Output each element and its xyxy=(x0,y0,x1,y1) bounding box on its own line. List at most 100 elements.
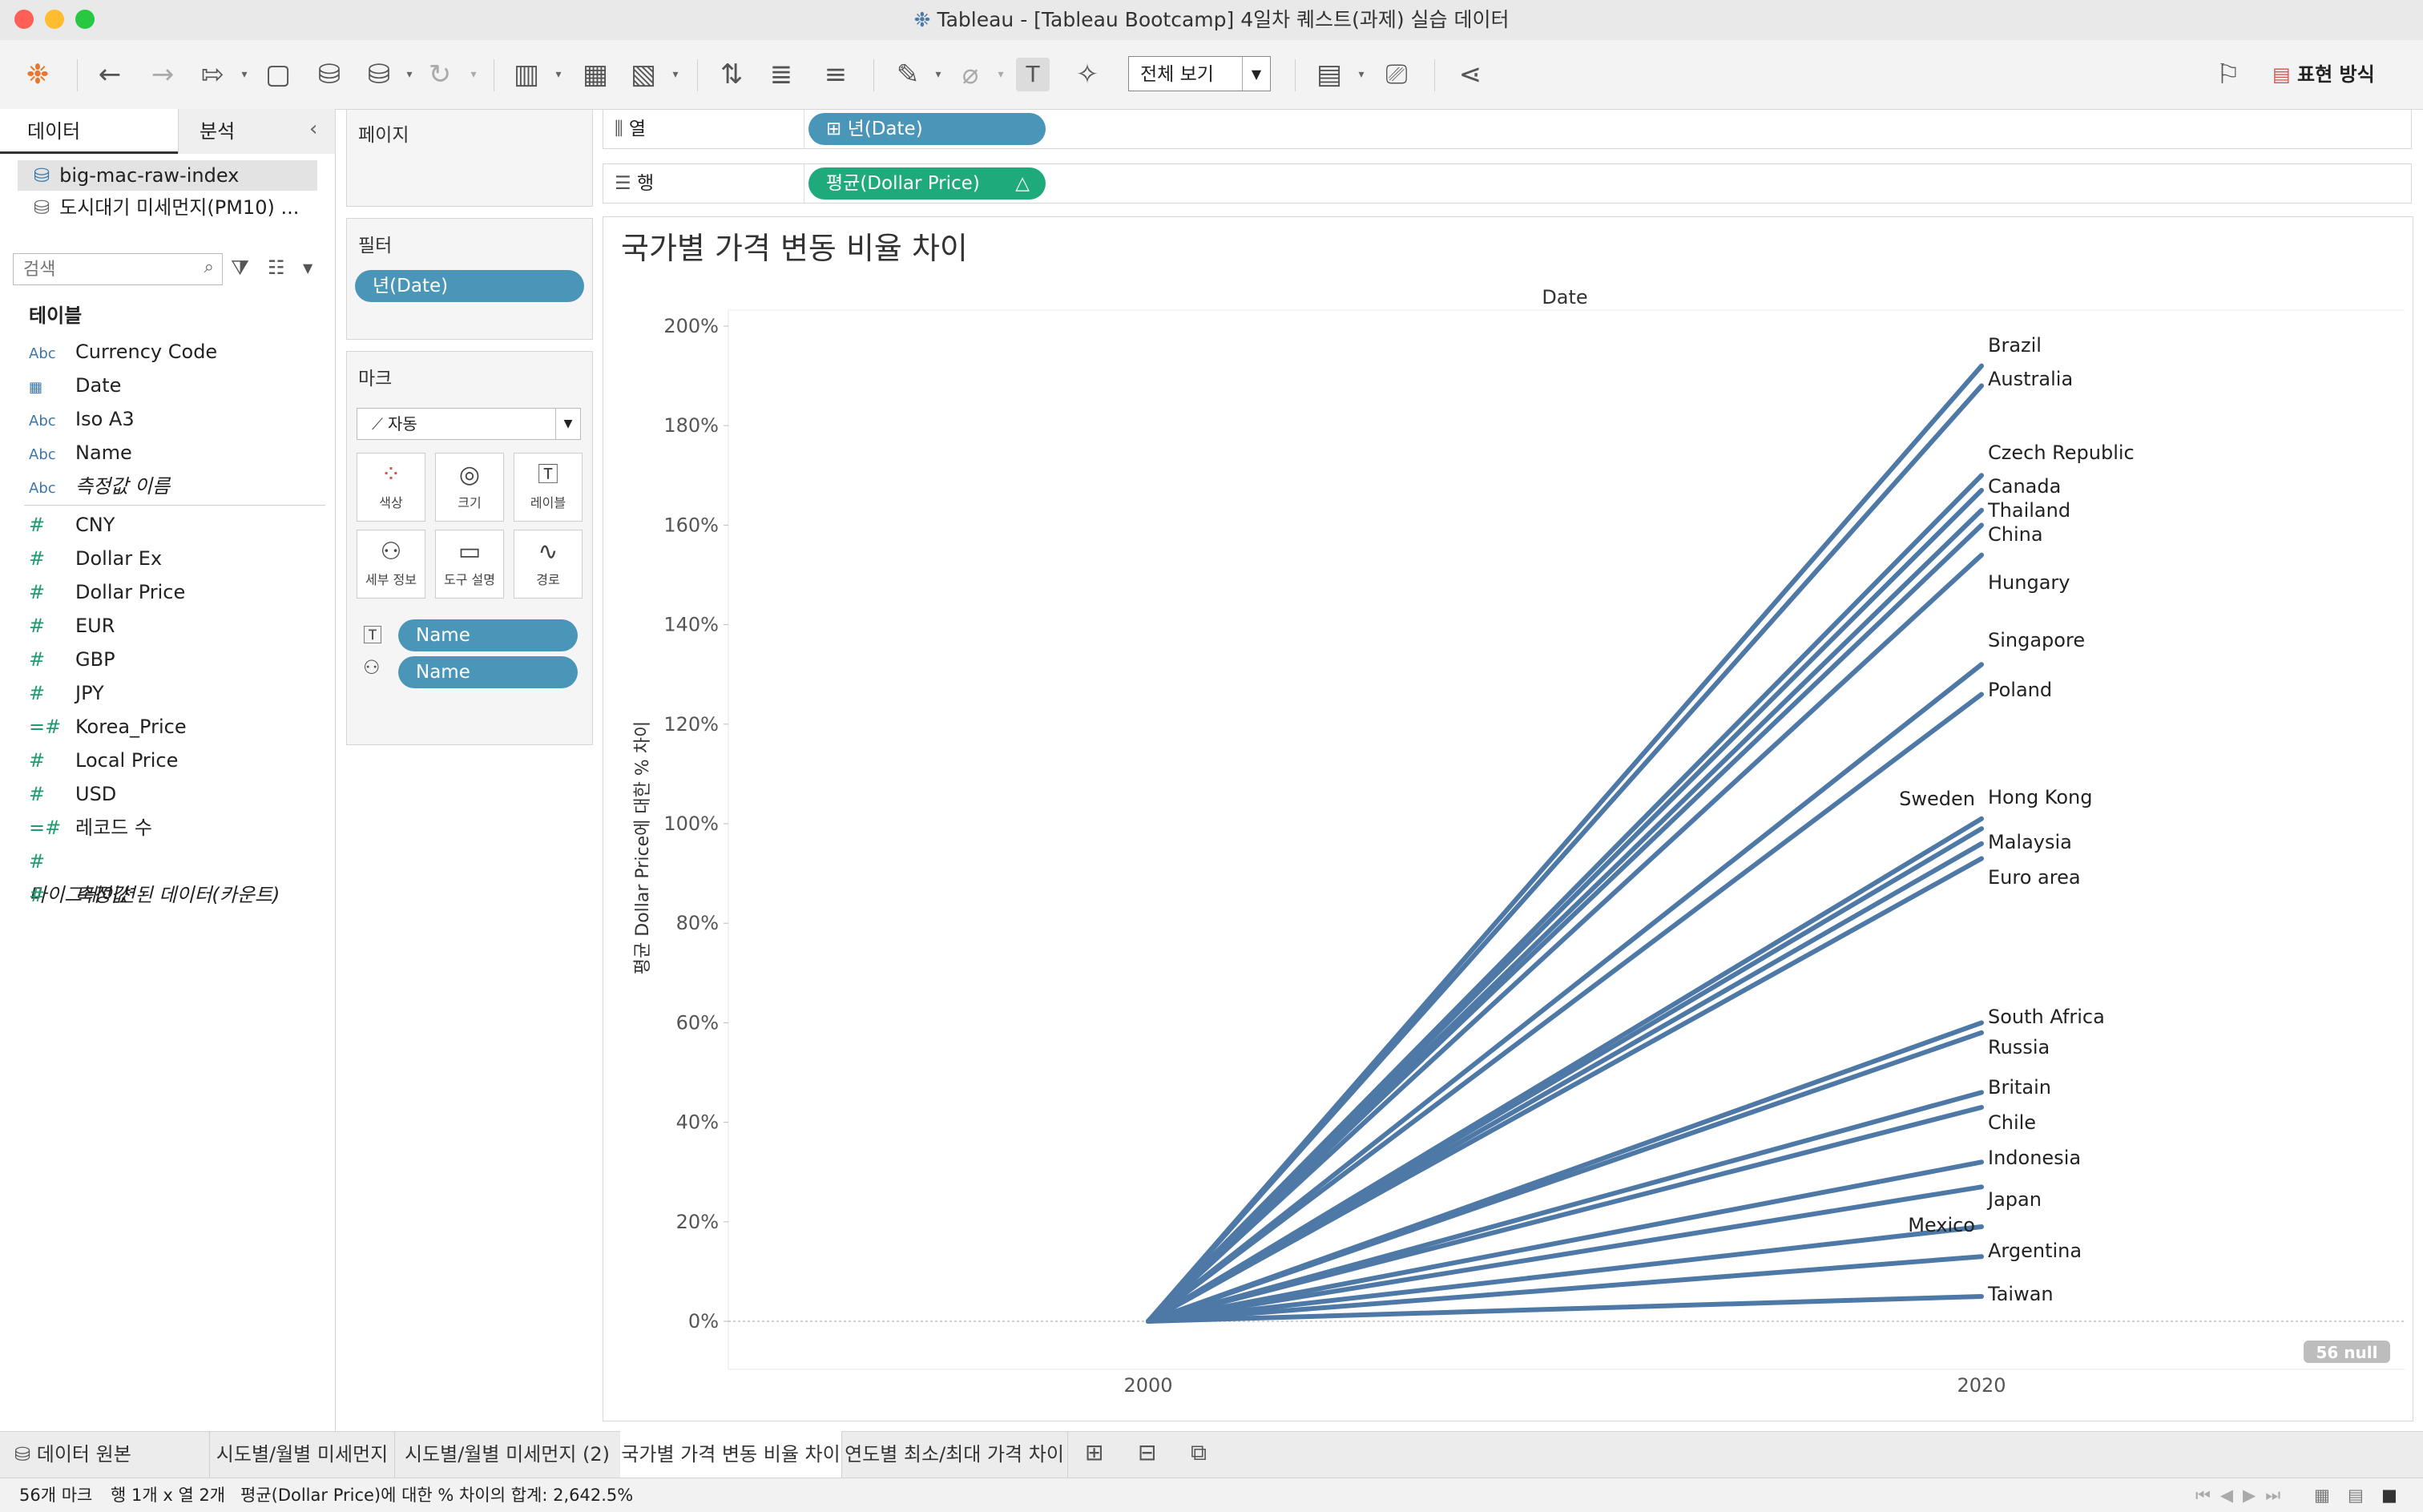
chevron-down-icon[interactable]: ▾ xyxy=(239,58,250,91)
field-item[interactable]: # USD xyxy=(29,777,325,811)
fix-axes-icon[interactable]: ✧ xyxy=(1070,58,1104,91)
chevron-down-icon[interactable]: ▾ xyxy=(468,58,479,91)
chevron-down-icon[interactable]: ▼ xyxy=(303,256,312,280)
line-mark-icon: ⟋ xyxy=(372,414,383,433)
path-button[interactable]: ∿ 경로 xyxy=(514,530,583,599)
marks-pill-label-name[interactable]: Name xyxy=(398,619,578,651)
group-members-icon[interactable]: ⌀ xyxy=(953,58,987,91)
measure-field-icon: # xyxy=(29,615,46,637)
columns-shelf[interactable]: ⫼ 열 ⊞ 년(Date) xyxy=(603,109,2412,149)
tab-view-icon[interactable]: ■ xyxy=(2381,1478,2397,1512)
sort-ascending-icon[interactable]: ≣ xyxy=(764,58,798,91)
signpost-icon[interactable]: ⚐ xyxy=(2211,58,2245,91)
highlight-icon[interactable]: ✎ xyxy=(891,58,925,91)
show-me-icon: ▤ xyxy=(2272,63,2291,86)
field-item[interactable]: # JPY xyxy=(29,676,325,710)
pages-card[interactable]: 페이지 xyxy=(346,109,593,207)
field-item[interactable]: Abc Iso A3 xyxy=(29,402,325,436)
data-source-options-icon[interactable]: ⛁ xyxy=(362,58,396,91)
new-dashboard-icon[interactable]: ⊟ xyxy=(1138,1439,1156,1466)
swap-rows-columns-icon[interactable]: ⇅ xyxy=(715,58,748,91)
sheet-navigation-icon[interactable]: ⏮◀▶⏭ xyxy=(2195,1478,2290,1512)
sort-descending-icon[interactable]: ≡ xyxy=(819,58,853,91)
data-source-item[interactable]: ⛁ big-mac-raw-index xyxy=(18,160,317,191)
filter-icon[interactable]: ⧩ xyxy=(231,256,249,281)
field-search-box[interactable]: ⌕ xyxy=(13,253,223,285)
tableau-home-icon[interactable]: ❉ xyxy=(21,58,54,91)
columns-pill-year-date[interactable]: ⊞ 년(Date) xyxy=(808,113,1046,145)
field-item[interactable]: # Local Price xyxy=(29,744,325,777)
new-data-source-icon[interactable]: ⛁ xyxy=(312,58,346,91)
worksheet-view: 국가별 가격 변동 비율 차이 Date 평균 Dollar Price에 대한 %… xyxy=(603,216,2413,1421)
toolbar-divider xyxy=(1434,59,1435,91)
field-item[interactable]: # GBP xyxy=(29,643,325,676)
show-mark-labels-icon[interactable]: T xyxy=(1016,58,1050,91)
chevron-down-icon[interactable]: ▾ xyxy=(995,58,1006,91)
new-worksheet-icon[interactable]: ⊞ xyxy=(1085,1439,1103,1466)
field-item[interactable]: Abc Name xyxy=(29,436,325,470)
undo-icon[interactable]: ← xyxy=(93,58,127,91)
size-icon: ◎ xyxy=(458,461,481,489)
field-name: USD xyxy=(75,783,117,805)
field-item[interactable]: # CNY xyxy=(29,508,325,542)
x-tick-label: 2020 xyxy=(1957,1374,2006,1397)
field-item[interactable]: # Dollar Ex xyxy=(29,542,325,575)
sheet-tab[interactable]: 시도별/월별 미세먼지 (2) xyxy=(394,1431,621,1478)
field-item[interactable]: =# 레코드 수 xyxy=(29,811,325,845)
window-title: ❉ Tableau - [Tableau Bootcamp] 4일차 퀘스트(과… xyxy=(0,0,2423,40)
new-story-icon[interactable]: ⧉ xyxy=(1191,1439,1207,1466)
share-icon[interactable]: ⋖ xyxy=(1453,58,1487,91)
series-label: Hong Kong xyxy=(1988,786,2092,808)
data-source-item[interactable]: ⛁ 도시대기 미세먼지(PM10) ... xyxy=(18,192,317,223)
fit-dropdown[interactable]: 전체 보기 ▼ xyxy=(1128,56,1271,91)
sheet-tab-active[interactable]: 국가별 가격 변동 비율 차이 xyxy=(620,1431,842,1478)
chevron-down-icon[interactable]: ▾ xyxy=(670,58,681,91)
marks-pill-detail-name[interactable]: Name xyxy=(398,656,578,688)
field-name: 측정값 이름 xyxy=(75,475,171,498)
field-item[interactable]: #마이그레이션된 데이터(카운트) xyxy=(29,845,325,906)
chevron-left-icon[interactable]: ‹ xyxy=(309,117,317,141)
filmstrip-view-icon[interactable]: ▤ xyxy=(2348,1478,2364,1512)
label-label: 레이블 xyxy=(530,495,566,510)
detail-button[interactable]: ⚇ 세부 정보 xyxy=(357,530,425,599)
field-item[interactable]: Abc Currency Code xyxy=(29,335,325,369)
grid-view-icon[interactable]: ▦ xyxy=(2314,1478,2330,1512)
filter-pill-year-date[interactable]: 년(Date) xyxy=(355,270,584,302)
chevron-down-icon[interactable]: ▾ xyxy=(1356,58,1367,91)
data-source-tab[interactable]: ⛁ 데이터 원본 xyxy=(0,1431,210,1478)
new-worksheet-icon[interactable]: ▥ xyxy=(510,58,543,91)
tab-data[interactable]: 데이터 xyxy=(0,109,178,154)
chevron-down-icon[interactable]: ▾ xyxy=(933,58,944,91)
field-item[interactable]: # EUR xyxy=(29,609,325,643)
filters-card[interactable]: 필터 년(Date) xyxy=(346,218,593,340)
field-item[interactable]: # Dollar Price xyxy=(29,575,325,609)
refresh-icon[interactable]: ↻ xyxy=(423,58,457,91)
field-item[interactable]: ▦ Date xyxy=(29,369,325,402)
chevron-down-icon[interactable]: ▾ xyxy=(553,58,564,91)
clear-sheet-icon[interactable]: ▧ xyxy=(627,58,660,91)
rows-shelf[interactable]: ☰ 행 평균(Dollar Price) △ xyxy=(603,163,2412,204)
mark-type-dropdown[interactable]: ⟋ 자동 ▼ xyxy=(357,408,581,440)
sheet-tab[interactable]: 시도별/월별 미세먼지 xyxy=(210,1431,395,1478)
cards-toggle-icon[interactable]: ▤ xyxy=(1312,58,1346,91)
show-me-button[interactable]: ▤ 표현 방식 xyxy=(2272,58,2375,91)
duplicate-sheet-icon[interactable]: ▦ xyxy=(579,58,612,91)
measure-field-icon: # xyxy=(29,648,46,671)
sheet-tab[interactable]: 연도별 최소/최대 가격 차이 xyxy=(841,1431,1068,1478)
tooltip-button[interactable]: ▭ 도구 설명 xyxy=(435,530,504,599)
presentation-mode-icon[interactable]: ⎚ xyxy=(1380,58,1413,91)
size-button[interactable]: ◎ 크기 xyxy=(435,453,504,522)
view-list-icon[interactable]: ☷ xyxy=(268,256,285,279)
search-input[interactable] xyxy=(14,254,193,284)
field-item[interactable]: Abc 측정값 이름 xyxy=(29,470,325,503)
field-item[interactable]: # 측정값 xyxy=(29,878,325,912)
status-rows-cols: 행 1개 x 열 2개 xyxy=(111,1486,226,1505)
chevron-down-icon[interactable]: ▾ xyxy=(404,58,415,91)
replay-icon[interactable]: ⇰ xyxy=(196,58,229,91)
label-button[interactable]: 🅃 레이블 xyxy=(514,453,583,522)
save-icon[interactable]: ▢ xyxy=(261,58,295,91)
color-button[interactable]: ⁘ 색상 xyxy=(357,453,425,522)
field-item[interactable]: =# Korea_Price xyxy=(29,710,325,744)
rows-pill-avg-dollar-price[interactable]: 평균(Dollar Price) △ xyxy=(808,167,1046,200)
redo-icon[interactable]: → xyxy=(146,58,179,91)
